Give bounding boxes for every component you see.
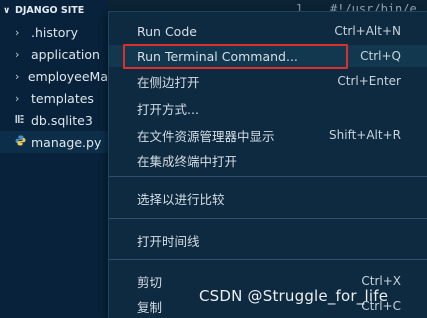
csdn-watermark: CSDN @Struggle_for_life <box>199 287 389 305</box>
menu-item-shortcut: Ctrl+Alt+N <box>334 24 401 38</box>
explorer-header-title: DJANGO SITE <box>15 5 85 16</box>
chevron-down-icon: ∨ <box>3 5 11 16</box>
menu-item-label: 在侧边打开 <box>137 74 200 90</box>
menu-item-select-for-compare[interactable]: 选择以进行比较 <box>109 187 427 209</box>
menu-item-label: 选择以进行比较 <box>137 191 225 207</box>
menu-item-run-code[interactable]: Run Code Ctrl+Alt+N <box>109 20 427 42</box>
highlight-annotation-box <box>123 44 348 69</box>
tree-item-label: .history <box>31 24 78 40</box>
menu-item-open-in-terminal[interactable]: 在集成终端中打开 <box>109 149 427 171</box>
tree-item-label: templates <box>31 90 94 106</box>
menu-item-reveal-in-explorer[interactable]: 在文件资源管理器中显示 Shift+Alt+R <box>109 124 427 146</box>
tree-item-label: employeeMa <box>27 68 108 84</box>
menu-item-label: Run Code <box>137 23 197 39</box>
menu-item-open-to-side[interactable]: 在侧边打开 Ctrl+Enter <box>109 70 427 92</box>
chevron-right-icon: › <box>15 47 20 61</box>
menu-item-shortcut: Shift+Alt+R <box>329 128 401 142</box>
context-menu: Run Code Ctrl+Alt+N Run Terminal Command… <box>108 11 427 318</box>
menu-separator <box>109 259 427 260</box>
menu-item-shortcut: Ctrl+Enter <box>337 74 401 88</box>
menu-separator <box>109 176 427 177</box>
menu-item-label: 打开时间线 <box>137 233 200 249</box>
menu-item-shortcut: Ctrl+Q <box>360 49 401 63</box>
chevron-right-icon: › <box>15 25 20 39</box>
menu-item-label: 在文件资源管理器中显示 <box>137 128 275 144</box>
database-file-icon <box>15 114 29 127</box>
tree-item-db-sqlite3[interactable]: db.sqlite3 <box>0 109 108 131</box>
tree-item-label: db.sqlite3 <box>31 112 93 128</box>
tree-item-manage-py[interactable]: manage.py <box>0 131 108 153</box>
tree-item-application[interactable]: › application <box>0 43 108 65</box>
menu-item-label: 剪切 <box>137 274 163 290</box>
python-file-icon <box>15 135 29 149</box>
menu-item-label: 在集成终端中打开 <box>137 153 238 169</box>
tree-item-label: application <box>31 46 100 62</box>
tree-item-history[interactable]: › .history <box>0 21 108 43</box>
chevron-right-icon: › <box>15 91 20 105</box>
menu-item-open-timeline[interactable]: 打开时间线 <box>109 229 427 251</box>
tree-item-employee[interactable]: › employeeMa <box>0 65 108 87</box>
menu-item-open-with[interactable]: 打开方式... <box>109 97 427 119</box>
menu-item-label: 复制 <box>137 299 163 315</box>
menu-separator <box>109 218 427 219</box>
tree-item-label: manage.py <box>31 134 102 150</box>
tree-item-templates[interactable]: › templates <box>0 87 108 109</box>
menu-item-label: 打开方式... <box>137 101 199 117</box>
menu-item-shortcut: Ctrl+X <box>361 274 401 288</box>
explorer-sidebar: ∨ DJANGO SITE › .history › application ›… <box>0 0 108 318</box>
chevron-right-icon: › <box>15 69 20 83</box>
explorer-section-header[interactable]: ∨ DJANGO SITE <box>0 0 108 21</box>
